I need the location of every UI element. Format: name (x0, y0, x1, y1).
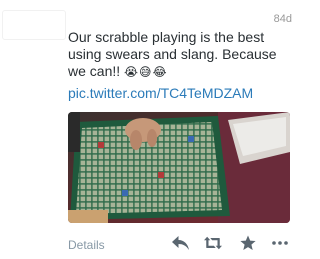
media-photo[interactable] (68, 112, 290, 223)
tweet-text-content: Our scrabble playing is the best using s… (68, 29, 277, 79)
tweet-emojis: 😭😅😂 (124, 65, 168, 79)
media-link[interactable]: pic.twitter.com/TC4TeMDZAM (68, 85, 253, 102)
reply-icon (171, 236, 189, 250)
details-link[interactable]: Details (68, 238, 105, 252)
avatar[interactable] (2, 10, 66, 40)
tweet-timestamp[interactable]: 84d (274, 13, 292, 25)
more-button[interactable] (271, 234, 289, 252)
tweet-text: Our scrabble playing is the best using s… (68, 29, 290, 81)
reply-button[interactable] (171, 234, 189, 252)
tweet-card[interactable]: 84d Our scrabble playing is the best usi… (0, 0, 300, 259)
retweet-icon (204, 236, 222, 250)
favorite-button[interactable] (239, 234, 257, 252)
star-icon (240, 235, 256, 250)
tweet-footer: Details (0, 230, 300, 258)
more-dots-icon (272, 241, 288, 245)
retweet-button[interactable] (204, 234, 222, 252)
scrabble-photo-image (68, 112, 290, 223)
